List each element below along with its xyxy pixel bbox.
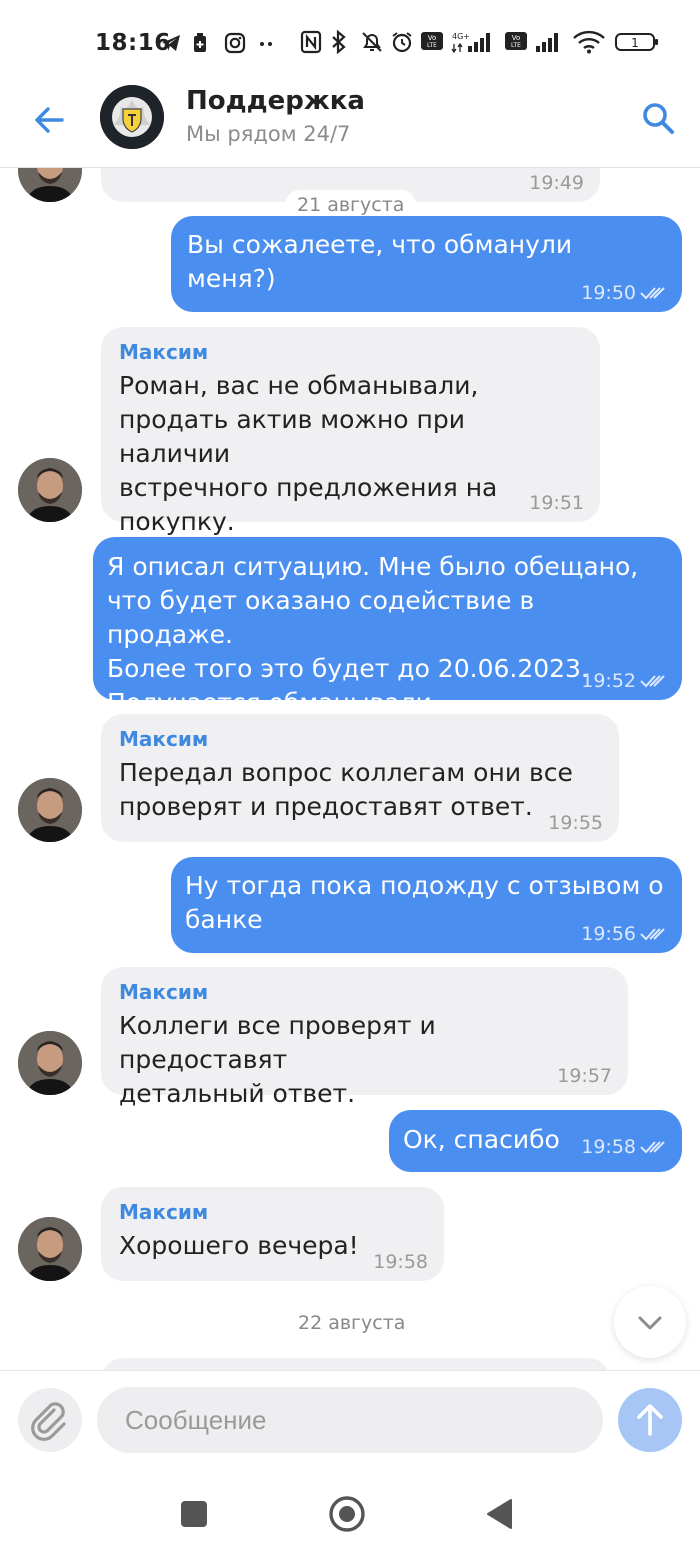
more-notifications-icon [256,32,278,56]
message-time: 19:52 [581,670,636,692]
recents-icon [181,1501,207,1527]
search-button[interactable] [638,98,678,138]
svg-text:4G+: 4G+ [452,32,470,41]
volte-icon: Vo LTE [420,30,443,54]
recents-button[interactable] [174,1494,214,1534]
message-bubble-outgoing[interactable]: Ок, спасибо 19:58 [389,1110,682,1172]
home-button[interactable] [327,1494,367,1534]
double-check-icon [640,287,665,300]
message-input[interactable] [97,1387,603,1453]
wifi-icon [572,30,606,54]
message-time: 19:56 [581,923,636,945]
battery-saver-icon [192,32,214,56]
message-bubble-outgoing[interactable]: Ну тогда пока подожду с отзывом о банке … [171,857,682,953]
support-avatar[interactable] [100,85,164,149]
date-separator: 22 августа [286,1308,418,1338]
chevron-down-icon [638,1316,662,1330]
message-text: Роман, вас не обманывали, продать актив … [119,371,498,536]
message-bubble-incoming[interactable]: Максим Роман, вас не обманывали, продать… [101,327,600,536]
message-time: 19:51 [529,492,584,514]
back-nav-button[interactable] [480,1494,520,1534]
svg-text:1: 1 [631,36,639,50]
message-text: Коллеги все проверят и предоставят детал… [119,1011,436,1108]
mute-bell-icon [360,30,382,54]
chat-header: Поддержка Мы рядом 24/7 [0,80,700,168]
message-meta: 19:50 [581,282,666,304]
message-bubble-incoming[interactable]: Максим Хорошего вечера! 19:58 [101,1187,444,1281]
attach-button[interactable] [18,1388,82,1452]
arrow-up-icon [637,1404,663,1436]
avatar[interactable] [18,778,82,842]
status-notification-icons [160,32,278,56]
system-nav-bar [0,1470,700,1556]
nfc-icon [300,30,322,54]
avatar[interactable] [18,168,82,202]
telegram-icon [160,32,182,56]
svg-text:Vo: Vo [428,34,437,42]
message-meta: 19:52 [581,670,666,692]
message-bubble-incoming[interactable]: Максим Коллеги все проверят и предоставя… [101,967,628,1108]
operator-photo [18,458,82,522]
paperclip-icon [31,1402,66,1441]
composer [0,1370,700,1470]
message-sender: Максим [119,340,209,364]
message-bubble-incoming[interactable]: Максим Передал вопрос коллегам они все п… [101,714,619,842]
volte-icon-2: Vo LTE [504,30,527,54]
operator-photo [18,168,82,202]
signal-icon [534,30,564,54]
bluetooth-icon [330,29,352,55]
message-bubble-outgoing[interactable]: Вы сожалеете, что обманули меня?) 19:50 [171,216,682,312]
instagram-icon [224,32,246,56]
message-text: Передал вопрос коллегам они все проверят… [119,758,573,821]
message-text: Я описал ситуацию. Мне было обещано, что… [107,552,639,717]
send-button[interactable] [618,1388,682,1452]
message-sender: Максим [119,727,209,751]
bank-logo-icon [100,85,164,149]
avatar[interactable] [18,458,82,522]
svg-text:Vo: Vo [512,34,521,42]
operator-photo [18,1217,82,1281]
status-system-icons: Vo LTE 4G+ Vo LTE 1 [300,29,660,55]
message-list[interactable]: 19:49 21 августа Вы сожалеете, что обман… [0,168,700,1370]
battery-icon: 1 [614,30,660,54]
avatar[interactable] [18,1217,82,1281]
signal-4g-icon: 4G+ [450,30,496,54]
scroll-down-button[interactable] [614,1286,686,1358]
chat-subtitle: Мы рядом 24/7 [186,122,351,146]
message-sender: Максим [119,980,209,1004]
back-button[interactable] [30,100,70,140]
message-time: 19:58 [581,1136,636,1158]
double-check-icon [640,1141,665,1154]
operator-photo [18,1031,82,1095]
message-sender: Максим [119,1200,209,1224]
double-check-icon [640,675,665,688]
message-time: 19:55 [548,812,603,834]
double-check-icon [640,928,665,941]
message-time: 19:58 [373,1251,428,1273]
home-icon [329,1496,365,1532]
back-triangle-icon [487,1499,512,1529]
avatar[interactable] [18,1031,82,1095]
search-icon [643,103,674,134]
message-meta: 19:56 [581,923,666,945]
operator-photo [18,778,82,842]
message-bubble-partial[interactable] [101,1358,610,1370]
message-time: 19:49 [529,172,584,194]
status-bar: 18:16 Vo LTE 4G+ Vo LTE 1 [0,0,700,88]
message-time: 19:50 [581,282,636,304]
message-bubble-outgoing[interactable]: Я описал ситуацию. Мне было обещано, что… [93,537,682,717]
chat-title: Поддержка [186,86,365,116]
svg-text:LTE: LTE [511,42,521,49]
message-time: 19:57 [557,1065,612,1087]
alarm-icon [390,30,412,54]
arrow-left-icon [35,107,64,133]
message-meta: 19:58 [581,1136,666,1158]
svg-text:LTE: LTE [427,42,437,49]
